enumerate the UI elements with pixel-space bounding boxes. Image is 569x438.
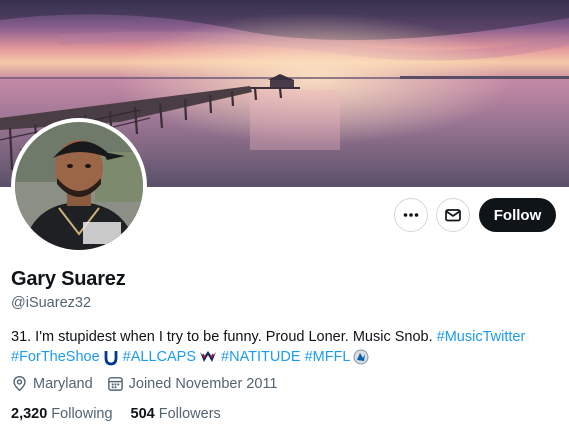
bio-text: 31. I'm stupidest when I try to be funny… bbox=[11, 329, 433, 345]
more-horizontal-icon bbox=[403, 213, 419, 217]
horseshoe-emoji-icon bbox=[103, 349, 119, 366]
profile-stats: 2,320 Following 504 Followers bbox=[11, 406, 239, 422]
message-button[interactable] bbox=[436, 198, 470, 232]
following-count: 2,320 bbox=[11, 406, 48, 422]
calendar-icon bbox=[107, 377, 123, 391]
joined-date-text: Joined November 2011 bbox=[128, 375, 278, 392]
profile-meta: Maryland Joined November 2011 bbox=[11, 375, 292, 392]
profile-bio: 31. I'm stupidest when I try to be funny… bbox=[11, 327, 563, 367]
profile-avatar[interactable] bbox=[11, 118, 147, 254]
followers-label: Followers bbox=[158, 406, 221, 422]
avatar-photo bbox=[15, 122, 143, 250]
followers-count: 504 bbox=[130, 406, 155, 422]
location-pin-icon bbox=[13, 375, 26, 392]
more-options-button[interactable] bbox=[394, 198, 428, 232]
follow-button[interactable]: Follow bbox=[479, 198, 556, 232]
followers-link[interactable]: 504 Followers bbox=[131, 406, 221, 422]
location-item: Maryland bbox=[11, 375, 93, 392]
mavericks-emoji-icon bbox=[353, 349, 369, 365]
hashtag-link[interactable]: #MFFL bbox=[305, 347, 351, 367]
hashtag-link[interactable]: #ForTheShoe bbox=[11, 347, 100, 367]
following-link[interactable]: 2,320 Following bbox=[11, 406, 113, 422]
joined-item: Joined November 2011 bbox=[107, 375, 278, 392]
wizards-emoji-icon bbox=[199, 350, 217, 364]
profile-display-name: Gary Suarez bbox=[11, 268, 126, 290]
hashtag-link[interactable]: #ALLCAPS bbox=[123, 347, 196, 367]
hashtag-link[interactable]: #MusicTwitter bbox=[437, 327, 526, 347]
following-label: Following bbox=[51, 406, 113, 422]
profile-handle: @iSuarez32 bbox=[11, 295, 92, 311]
hashtag-link[interactable]: #NATITUDE bbox=[221, 347, 301, 367]
location-text: Maryland bbox=[33, 375, 93, 392]
envelope-icon bbox=[445, 209, 461, 222]
